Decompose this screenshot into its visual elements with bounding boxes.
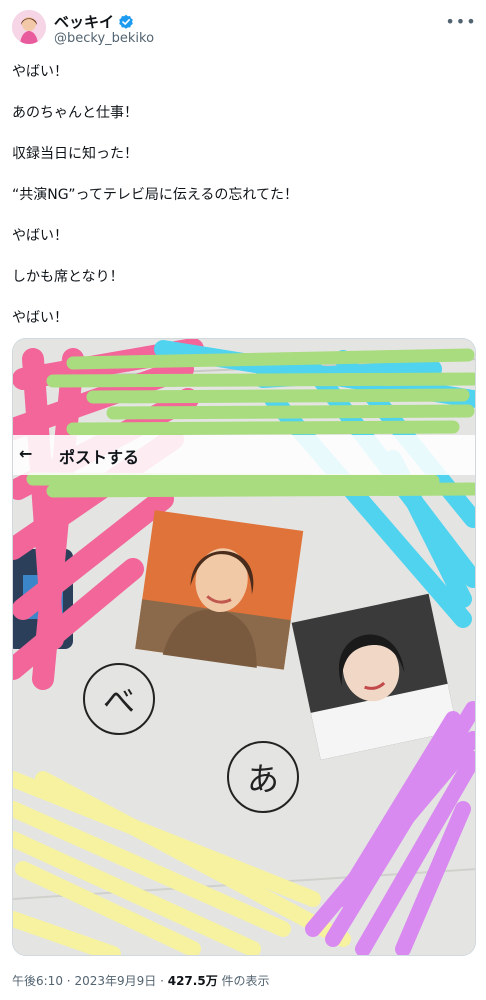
- photo-ano: [291, 593, 458, 760]
- tweet-line: しかも席となり！: [12, 269, 124, 285]
- verified-badge-icon: [119, 14, 133, 29]
- meta-separator: ·: [66, 974, 71, 988]
- view-label: 件の表示: [221, 974, 270, 988]
- name-row: ベッキイ: [54, 11, 134, 32]
- kana-circle-left: べ: [83, 663, 155, 735]
- view-count: 427.5万: [167, 974, 218, 988]
- tweet-line: あのちゃんと仕事！: [12, 105, 138, 121]
- tweet-time[interactable]: 午後6:10: [12, 974, 63, 988]
- display-name[interactable]: ベッキイ: [54, 11, 114, 32]
- tweet-line: やばい！: [12, 310, 68, 326]
- media-illustration: [13, 339, 475, 955]
- tweet-meta: 午後6:10 · 2023年9月9日 · 427.5万 件の表示: [12, 972, 270, 989]
- photo-becky: [135, 510, 304, 670]
- tweet-date[interactable]: 2023年9月9日: [74, 974, 156, 988]
- user-handle[interactable]: @becky_bekiko: [54, 31, 154, 46]
- tweet-line: 収録当日に知った！: [12, 146, 138, 162]
- post-bar-title: ポストする: [59, 448, 140, 467]
- post-bar: ← ポストする: [13, 435, 475, 475]
- tweet-text: やばい！ あのちゃんと仕事！ 収録当日に知った！ “共演NG”ってテレビ局に伝え…: [12, 62, 474, 349]
- avatar-photo-icon: [12, 10, 46, 44]
- tweet-header: ベッキイ @becky_bekiko •••: [0, 0, 486, 52]
- tweet-line: “共演NG”ってテレビ局に伝えるの忘れてた！: [12, 187, 298, 203]
- kana-circle-right: あ: [227, 741, 299, 813]
- tweet-media-image[interactable]: ← ポストする べ あ: [12, 338, 476, 956]
- meta-separator: ·: [160, 974, 164, 988]
- more-options-icon[interactable]: •••: [445, 12, 475, 31]
- tweet-line: やばい！: [12, 228, 68, 244]
- back-arrow-icon: ←: [19, 444, 33, 463]
- tweet-line: やばい！: [12, 64, 68, 80]
- avatar[interactable]: [12, 10, 46, 44]
